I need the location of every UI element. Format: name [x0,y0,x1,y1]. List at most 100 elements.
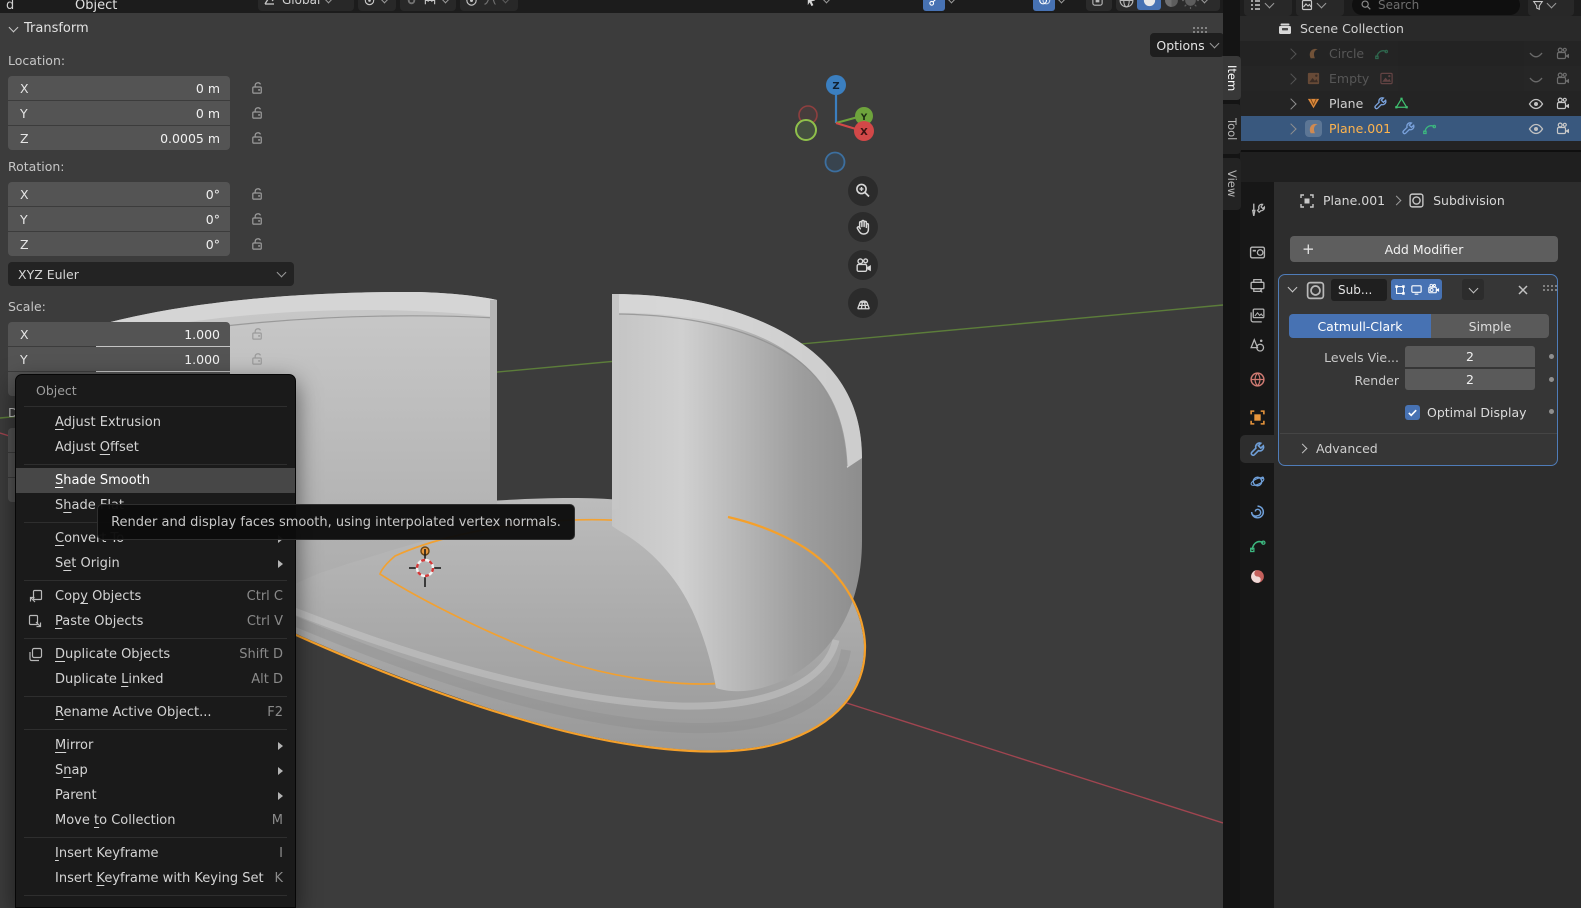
add-modifier-button[interactable]: + Add Modifier [1290,236,1558,262]
menu-item-shade-smooth[interactable]: Shade Smooth [16,468,295,493]
menu-item-adjust-extrusion[interactable]: Adjust Extrusion [16,410,295,435]
sidebar-tab-item[interactable]: Item [1223,56,1241,100]
select-tool-dropdown[interactable] [800,0,850,11]
orientation-dropdown[interactable]: Global [258,0,354,11]
breadcrumb-object[interactable]: Plane.001 [1323,193,1385,208]
camera-visibility-icon[interactable] [1555,121,1571,137]
outliner-row-scene-collection[interactable]: Scene Collection [1240,16,1581,41]
rotation-mode-dropdown[interactable]: XYZ Euler [8,262,294,286]
lock-open-icon[interactable] [250,186,266,202]
properties-tab-output[interactable] [1240,271,1274,299]
edit-mode-display-toggle[interactable] [1391,279,1408,300]
proportional-editing-controls[interactable] [460,0,518,11]
expand-icon[interactable] [1285,98,1296,109]
catmull-clark-button[interactable]: Catmull-Clark [1289,314,1431,338]
eye-open-icon[interactable] [1528,121,1544,137]
outliner-row-plane-001[interactable]: Plane.001 [1240,116,1581,141]
shading-mode-group[interactable] [1116,0,1220,11]
modifier-drag-handle[interactable] [1543,285,1559,293]
realtime-display-toggle[interactable] [1408,279,1425,300]
menu-item-adjust-offset[interactable]: Adjust Offset [16,435,295,460]
rotation-z-field[interactable]: Z0° [8,232,230,256]
scale-y-field[interactable]: Y1.000 [8,347,230,371]
properties-tab-physics[interactable] [1240,467,1274,495]
pivot-point-dropdown[interactable] [358,0,396,11]
overlays-toggle-group[interactable] [1028,0,1080,11]
camera-visibility-icon[interactable] [1555,96,1571,112]
expand-icon[interactable] [1285,48,1296,59]
options-dropdown[interactable]: Options [1150,33,1223,57]
animate-dot[interactable] [1549,377,1554,382]
properties-tab-material[interactable] [1240,562,1274,590]
outliner-filter-dropdown[interactable] [1528,0,1574,16]
menu-item-copy-objects[interactable]: Copy ObjectsCtrl C [16,584,295,609]
menu-item-insert-keyframe-with-keying-set[interactable]: Insert Keyframe with Keying SetK [16,866,295,891]
view-navigation-gizmo[interactable]: Z Y X [788,65,898,177]
toggle-perspective-button[interactable] [848,288,878,318]
material-shading-icon[interactable] [1163,0,1180,9]
outliner-row-plane[interactable]: Plane [1240,91,1581,116]
outliner-display-mode-dropdown[interactable] [1296,0,1344,16]
modifier-name-field[interactable]: Sub... [1331,279,1387,301]
camera-view-button[interactable] [848,250,878,280]
editor-type-dropdown[interactable] [1244,0,1292,16]
levels-viewport-field[interactable]: 2 [1405,346,1535,367]
location-y-field[interactable]: Y0 m [8,101,230,125]
rotation-x-field[interactable]: X0° [8,182,230,206]
animate-dot[interactable] [1549,409,1554,414]
properties-tab-object-data[interactable] [1240,530,1274,558]
eye-open-icon[interactable] [1528,96,1544,112]
camera-visibility-icon[interactable] [1555,71,1571,87]
lock-open-icon[interactable] [250,351,266,367]
modifier-extras-dropdown[interactable] [1462,279,1484,300]
menu-item-paste-objects[interactable]: Paste ObjectsCtrl V [16,609,295,634]
outliner-search-input[interactable]: Search [1352,0,1520,15]
lock-open-icon[interactable] [250,105,266,121]
scale-x-field[interactable]: X1.000 [8,322,230,346]
zoom-button[interactable] [848,176,878,206]
render-display-toggle[interactable] [1425,279,1442,300]
sidebar-tab-view[interactable]: View [1223,158,1241,210]
outliner-row-empty[interactable]: Empty [1240,66,1581,91]
properties-tab-object[interactable] [1240,403,1274,431]
menu-item-rename-active-object[interactable]: Rename Active Object...F2 [16,700,295,725]
menu-item-duplicate-linked[interactable]: Duplicate LinkedAlt D [16,667,295,692]
properties-tab-constraints[interactable] [1240,498,1274,526]
rendered-shading-icon[interactable] [1182,0,1199,9]
properties-tab-world[interactable] [1240,365,1274,393]
lock-open-icon[interactable] [250,130,266,146]
properties-tab-tool[interactable] [1240,196,1274,224]
advanced-subpanel-header[interactable]: Advanced [1299,441,1378,456]
lock-open-icon[interactable] [250,211,266,227]
solid-shading-icon[interactable] [1137,0,1161,10]
object-menu[interactable]: Object [75,0,117,13]
outliner-row-circle[interactable]: Circle [1240,41,1581,66]
menu-item-set-origin[interactable]: Set Origin [16,551,295,576]
menu-item-parent[interactable]: Parent [16,783,295,808]
camera-visibility-icon[interactable] [1555,46,1571,62]
gizmo-toggle-group[interactable] [918,0,970,11]
menu-item-move-to-collection[interactable]: Move to CollectionM [16,808,295,833]
breadcrumb-modifier[interactable]: Subdivision [1433,193,1505,208]
show-gizmo-icon[interactable] [923,0,945,11]
lock-open-icon[interactable] [250,80,266,96]
sidebar-tab-tool[interactable]: Tool [1223,104,1241,154]
properties-tab-scene[interactable] [1240,331,1274,359]
menu-item-duplicate-objects[interactable]: Duplicate ObjectsShift D [16,642,295,667]
eye-closed-icon[interactable] [1528,71,1544,87]
pan-button[interactable] [848,212,878,242]
properties-tab-modifiers[interactable] [1240,435,1274,463]
properties-tab-render[interactable] [1240,238,1274,266]
xray-toggle[interactable] [1086,0,1112,11]
menu-item-snap[interactable]: Snap [16,758,295,783]
menu-item-mirror[interactable]: Mirror [16,733,295,758]
expand-icon[interactable] [1285,73,1296,84]
levels-render-field[interactable]: 2 [1405,369,1535,390]
properties-tab-view-layer[interactable] [1240,301,1274,329]
lock-open-icon[interactable] [250,236,266,252]
transform-panel-header[interactable]: Transform [10,21,89,36]
rotation-y-field[interactable]: Y0° [8,207,230,231]
eye-closed-icon[interactable] [1528,46,1544,62]
close-icon[interactable] [1516,283,1530,297]
lock-open-icon[interactable] [250,326,266,342]
